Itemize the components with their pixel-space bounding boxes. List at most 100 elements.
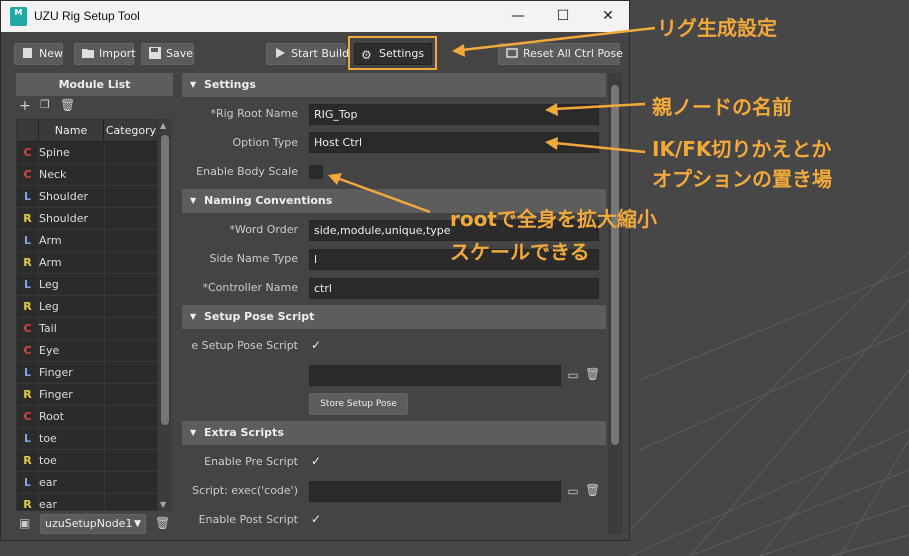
module-row[interactable]: R Leg bbox=[17, 296, 157, 318]
enable-body-scale-checkbox[interactable] bbox=[309, 165, 323, 179]
reset-ctrl-pose-label: Reset All Ctrl Pose bbox=[523, 47, 623, 60]
scroll-up-icon[interactable]: ▲ bbox=[160, 121, 166, 130]
section-settings[interactable]: ▼ Settings bbox=[182, 73, 606, 97]
module-name: ear bbox=[39, 476, 58, 489]
word-order-label: *Word Order bbox=[229, 223, 298, 236]
maya-app-icon: M bbox=[10, 7, 27, 26]
module-row[interactable]: R Shoulder bbox=[17, 208, 157, 230]
settings-scroll-thumb[interactable] bbox=[611, 85, 619, 445]
settings-scrollbar[interactable] bbox=[608, 73, 622, 534]
minimize-button[interactable]: — bbox=[495, 4, 541, 29]
module-category bbox=[104, 164, 157, 185]
import-button[interactable]: Import bbox=[74, 43, 136, 65]
module-row[interactable]: Rear bbox=[17, 494, 157, 511]
module-side-badge: R bbox=[17, 384, 39, 405]
module-category bbox=[104, 230, 157, 251]
module-list-scroll-thumb[interactable] bbox=[161, 135, 169, 425]
module-name: Spine bbox=[39, 146, 70, 159]
controller-name-row: *Controller Name ctrl bbox=[182, 274, 606, 302]
enable-body-scale-row: Enable Body Scale bbox=[182, 158, 606, 186]
delete-module-icon[interactable]: 🗑 bbox=[60, 98, 75, 112]
module-category bbox=[104, 472, 157, 493]
module-category bbox=[104, 384, 157, 405]
option-type-row: Option Type Host Ctrl bbox=[182, 129, 606, 157]
select-node-icon[interactable]: ▣ bbox=[19, 516, 30, 530]
module-row[interactable]: L Leg bbox=[17, 274, 157, 296]
pre-script-code-input[interactable] bbox=[309, 481, 561, 502]
close-button[interactable]: ✕ bbox=[585, 4, 631, 29]
module-side-badge: R bbox=[17, 494, 39, 510]
module-name: toe bbox=[39, 432, 57, 445]
module-name: Arm bbox=[39, 256, 62, 269]
rig-setup-window: M UZU Rig Setup Tool — ☐ ✕ New Import Sa… bbox=[0, 0, 630, 541]
module-side-badge: R bbox=[17, 450, 39, 471]
setup-pose-code-input[interactable] bbox=[309, 365, 561, 386]
module-name: Root bbox=[39, 410, 64, 423]
store-setup-pose-button[interactable]: Store Setup Pose bbox=[309, 393, 408, 415]
module-row[interactable]: C Tail bbox=[17, 318, 157, 340]
module-row[interactable]: R Finger bbox=[17, 384, 157, 406]
module-row[interactable]: R Arm bbox=[17, 252, 157, 274]
module-row[interactable]: Rtoe bbox=[17, 450, 157, 472]
start-build-button[interactable]: Start Build bbox=[266, 43, 349, 65]
module-row[interactable]: C Root bbox=[17, 406, 157, 428]
setup-node-dropdown[interactable]: uzuSetupNode1 ▼ bbox=[40, 514, 146, 534]
module-row[interactable]: Ltoe bbox=[17, 428, 157, 450]
module-side-badge: C bbox=[17, 406, 39, 427]
enable-pre-script-row: Enable Pre Script ✓ bbox=[182, 448, 606, 476]
reset-ctrl-pose-button[interactable]: Reset All Ctrl Pose bbox=[498, 43, 623, 65]
module-row[interactable]: C Eye bbox=[17, 340, 157, 362]
play-icon bbox=[276, 48, 285, 58]
open-editor-icon[interactable]: ▭ bbox=[566, 368, 580, 382]
module-side-badge: L bbox=[17, 362, 39, 383]
new-button[interactable]: New bbox=[14, 43, 63, 65]
module-name: Finger bbox=[39, 366, 73, 379]
duplicate-module-icon[interactable]: ❐ bbox=[40, 98, 50, 111]
reset-pose-icon bbox=[506, 48, 518, 58]
script-exec-label: Script: exec('code') bbox=[192, 484, 298, 497]
module-row[interactable]: C Spine bbox=[17, 142, 157, 164]
controller-name-input[interactable]: ctrl bbox=[309, 278, 599, 299]
enable-pre-script-checkbox[interactable]: ✓ bbox=[309, 455, 323, 469]
module-name: Neck bbox=[39, 168, 67, 181]
add-module-icon[interactable]: + bbox=[19, 98, 31, 114]
module-row[interactable]: C Neck bbox=[17, 164, 157, 186]
module-list-scrollbar[interactable]: ▲ ▼ bbox=[158, 119, 172, 511]
module-category bbox=[104, 208, 157, 229]
module-name: Eye bbox=[39, 344, 60, 357]
module-row[interactable]: L Shoulder bbox=[17, 186, 157, 208]
section-setup-pose-script[interactable]: ▼ Setup Pose Script bbox=[182, 305, 606, 329]
module-row[interactable]: Lear bbox=[17, 472, 157, 494]
maximize-button[interactable]: ☐ bbox=[540, 4, 586, 29]
module-name: Leg bbox=[39, 278, 59, 291]
table-header-side bbox=[17, 120, 39, 142]
enable-post-script-checkbox[interactable]: ✓ bbox=[309, 513, 323, 527]
window-title: UZU Rig Setup Tool bbox=[34, 9, 140, 23]
module-name: Arm bbox=[39, 234, 62, 247]
trash-icon[interactable]: 🗑 bbox=[585, 483, 600, 497]
module-side-badge: R bbox=[17, 252, 39, 273]
option-type-dropdown[interactable]: Host Ctrl bbox=[309, 132, 599, 153]
title-bar[interactable]: M UZU Rig Setup Tool — ☐ ✕ bbox=[1, 1, 629, 32]
annotation-scale-line2: スケールできる bbox=[450, 240, 590, 264]
module-category bbox=[104, 428, 157, 449]
delete-node-icon[interactable]: 🗑 bbox=[155, 516, 170, 530]
annotation-ikfk-line1: IK/FK切りかえとか bbox=[652, 137, 832, 161]
save-button[interactable]: Save bbox=[141, 43, 194, 65]
rig-root-name-input[interactable]: RIG_Top bbox=[309, 104, 599, 125]
module-category bbox=[104, 142, 157, 163]
enable-post-script-label: Enable Post Script bbox=[198, 513, 298, 526]
collapse-arrow-icon: ▼ bbox=[190, 80, 197, 89]
setup-pose-script-checkbox[interactable]: ✓ bbox=[309, 339, 323, 353]
module-row[interactable]: L Finger bbox=[17, 362, 157, 384]
section-extra-scripts[interactable]: ▼ Extra Scripts bbox=[182, 421, 606, 445]
module-row[interactable]: L Arm bbox=[17, 230, 157, 252]
folder-icon bbox=[82, 49, 94, 58]
option-type-label: Option Type bbox=[232, 136, 298, 149]
trash-icon[interactable]: 🗑 bbox=[585, 367, 600, 381]
module-name: Shoulder bbox=[39, 212, 88, 225]
module-name: ear bbox=[39, 498, 58, 511]
scroll-down-icon[interactable]: ▼ bbox=[160, 500, 166, 509]
annotation-rig-settings: リグ生成設定 bbox=[657, 16, 777, 40]
open-editor-icon[interactable]: ▭ bbox=[566, 484, 580, 498]
